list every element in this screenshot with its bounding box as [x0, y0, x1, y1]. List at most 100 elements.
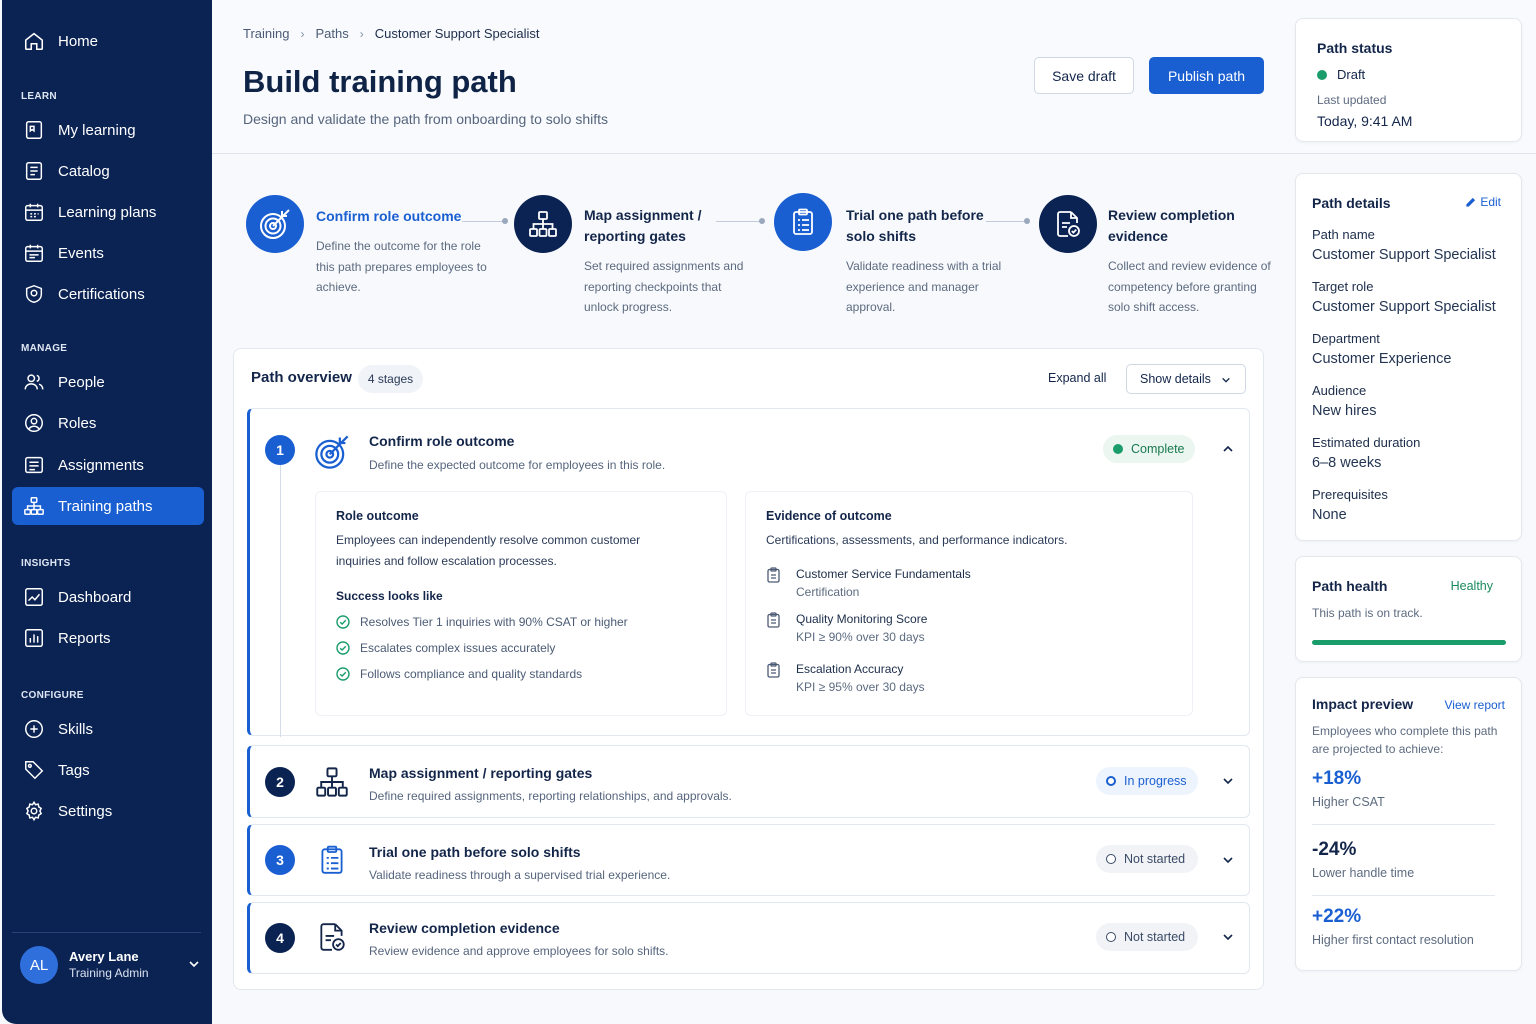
save-draft-button[interactable]: Save draft: [1034, 57, 1134, 94]
publish-path-button[interactable]: Publish path: [1149, 57, 1264, 94]
section-learn: LEARN: [21, 91, 57, 102]
sidebar-item-training-paths[interactable]: Training paths: [12, 487, 204, 525]
breadcrumb-paths[interactable]: Paths: [315, 26, 348, 41]
show-details-dropdown[interactable]: Show details: [1126, 364, 1246, 394]
status-dot-icon: [1317, 69, 1327, 80]
stage-title: Review completion evidence: [369, 920, 560, 936]
step-4-circle[interactable]: [1039, 195, 1097, 253]
step-connector: [716, 221, 763, 222]
sidebar-item-certifications[interactable]: Certifications: [12, 275, 204, 313]
sidebar-item-reports[interactable]: Reports: [12, 619, 204, 657]
impact-metric-value: -24%: [1312, 839, 1357, 860]
step-3-circle[interactable]: [774, 193, 832, 251]
sidebar-item-label: Settings: [58, 802, 113, 820]
evidence-name: Escalation Accuracy: [796, 662, 904, 676]
impact-metric-value: +22%: [1312, 906, 1362, 927]
stage-title: Trial one path before solo shifts: [369, 844, 581, 860]
divider: [1312, 895, 1495, 896]
bar-chart-icon: [25, 629, 43, 647]
sidebar-item-label: Tags: [58, 761, 90, 779]
chevron-down-icon[interactable]: [1222, 775, 1234, 787]
evidence-panel: Evidence of outcome Certifications, asse…: [745, 491, 1193, 716]
not-started-icon: [1106, 854, 1116, 864]
step-2-circle[interactable]: [514, 195, 572, 253]
chart-line-icon: [25, 588, 43, 606]
breadcrumb-separator-icon: ›: [359, 26, 364, 41]
sidebar-item-learning-plans[interactable]: Learning plans: [12, 193, 204, 231]
clipboard-icon: [767, 662, 780, 678]
section-insights: INSIGHTS: [21, 558, 71, 569]
step-title: Map assignment / reporting gates: [584, 207, 702, 244]
sidebar-item-label: Reports: [58, 629, 111, 647]
skills-icon: [25, 720, 43, 738]
target-icon: [315, 435, 349, 469]
chevron-down-icon[interactable]: [1222, 854, 1234, 866]
stage-number: 4: [265, 923, 295, 953]
user-menu[interactable]: AL Avery Lane Training Admin: [20, 944, 204, 986]
step-1-circle[interactable]: [246, 195, 304, 253]
view-report-link[interactable]: View report: [1445, 698, 1505, 712]
role-outcome-heading: Role outcome: [336, 509, 419, 523]
last-updated-label: Last updated: [1317, 93, 1387, 107]
sidebar-item-label: My learning: [58, 121, 136, 139]
sidebar-item-label: Dashboard: [58, 588, 132, 606]
sidebar: Home LEARN My learning Catalog Learning …: [2, 0, 212, 1024]
not-started-icon: [1106, 932, 1116, 942]
my-learning-icon: [25, 121, 43, 139]
chevron-down-icon[interactable]: [1222, 931, 1234, 943]
chevron-up-icon[interactable]: [1222, 443, 1234, 455]
status-label: In progress: [1124, 774, 1187, 788]
section-configure: CONFIGURE: [21, 690, 84, 701]
sidebar-item-assignments[interactable]: Assignments: [12, 446, 204, 484]
in-progress-icon: [1106, 776, 1116, 786]
success-text: Escalates complex issues accurately: [360, 641, 556, 655]
stage-3[interactable]: 3 Trial one path before solo shifts Vali…: [247, 824, 1250, 896]
card-title: Impact preview: [1312, 696, 1414, 712]
impact-metric-label: Higher first contact resolution: [1312, 933, 1474, 947]
breadcrumb: Training › Paths › Customer Support Spec…: [243, 26, 539, 41]
impact-intro: Employees who complete this path are pro…: [1312, 724, 1498, 756]
success-text: Resolves Tier 1 inquiries with 90% CSAT …: [360, 615, 628, 629]
stage-desc: Define the expected outcome for employee…: [369, 458, 666, 472]
sidebar-item-tags[interactable]: Tags: [12, 751, 204, 789]
stage-2[interactable]: 2 Map assignment / reporting gates Defin…: [247, 745, 1250, 818]
evidence-item: Escalation Accuracy KPI ≥ 95% over 30 day…: [766, 660, 925, 696]
breadcrumb-training[interactable]: Training: [243, 26, 289, 41]
step-title: Confirm role outcome: [316, 208, 462, 224]
section-manage: MANAGE: [21, 343, 68, 354]
evidence-heading: Evidence of outcome: [766, 509, 892, 523]
detail-value: New hires: [1312, 403, 1377, 419]
sidebar-item-my-learning[interactable]: My learning: [12, 111, 204, 149]
sidebar-item-dashboard[interactable]: Dashboard: [12, 578, 204, 616]
edit-link[interactable]: Edit: [1465, 195, 1501, 209]
expand-all-button[interactable]: Expand all: [1048, 371, 1106, 385]
step-connector-dot: [759, 218, 765, 224]
detail-label: Path name: [1312, 227, 1375, 242]
check-circle-icon: [336, 615, 350, 629]
sidebar-item-home[interactable]: Home: [12, 22, 204, 60]
detail-label: Target role: [1312, 279, 1374, 294]
detail-label: Department: [1312, 331, 1380, 346]
sidebar-item-label: Certifications: [58, 285, 145, 303]
sidebar-item-label: Catalog: [58, 162, 110, 180]
hierarchy-icon: [316, 767, 348, 797]
status-badge: In progress: [1096, 767, 1198, 795]
sidebar-item-people[interactable]: People: [12, 363, 204, 401]
step-title: Trial one path before solo shifts: [846, 207, 984, 244]
evidence-name: Quality Monitoring Score: [796, 612, 928, 626]
health-text: This path is on track.: [1312, 606, 1423, 620]
health-progress-fill: [1312, 640, 1506, 645]
edit-label: Edit: [1480, 195, 1501, 209]
stage-4[interactable]: 4 Review completion evidence Review evid…: [247, 902, 1250, 974]
sidebar-item-catalog[interactable]: Catalog: [12, 152, 204, 190]
chevron-down-icon: [189, 961, 199, 968]
sidebar-item-settings[interactable]: Settings: [12, 792, 204, 830]
stage-title: Confirm role outcome: [369, 433, 515, 449]
sidebar-item-events[interactable]: Events: [12, 234, 204, 272]
status-label: Not started: [1124, 930, 1186, 944]
document-check-icon: [1057, 211, 1080, 237]
health-status: Healthy: [1450, 579, 1493, 593]
sidebar-item-roles[interactable]: Roles: [12, 404, 204, 442]
calendar-grid-icon: [25, 203, 43, 221]
sidebar-item-skills[interactable]: Skills: [12, 710, 204, 748]
